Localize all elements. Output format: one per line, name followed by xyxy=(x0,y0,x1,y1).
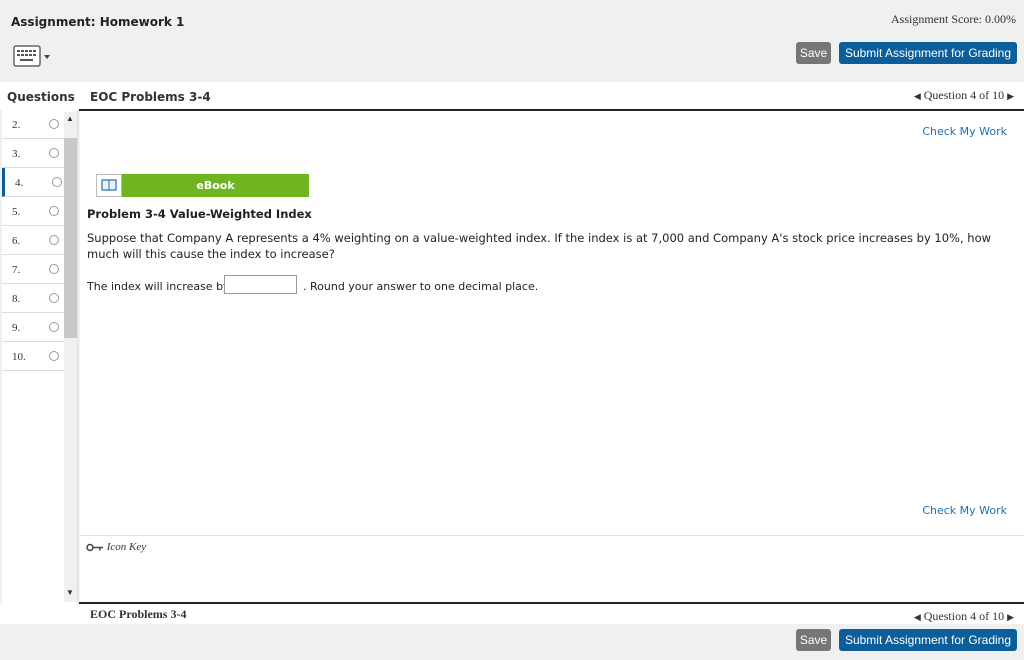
question-nav-bottom[interactable]: ◀ Question 4 of 10 ▶ xyxy=(914,609,1014,624)
key-icon xyxy=(86,541,107,553)
submit-assignment-button-bottom[interactable]: Submit Assignment for Grading xyxy=(839,629,1017,651)
assignment-score: Assignment Score: 0.00% xyxy=(891,12,1016,26)
next-question-icon[interactable]: ▶ xyxy=(1007,612,1014,622)
question-counter: Question 4 of 10 xyxy=(923,88,1005,102)
question-item[interactable]: 8. xyxy=(2,284,64,313)
question-number: 10. xyxy=(12,351,26,363)
question-item[interactable]: 6. xyxy=(2,226,64,255)
problem-text: Suppose that Company A represents a 4% w… xyxy=(87,231,992,261)
submit-assignment-button[interactable]: Submit Assignment for Grading xyxy=(839,42,1017,64)
question-item[interactable]: 9. xyxy=(2,313,64,342)
prev-question-icon[interactable]: ◀ xyxy=(914,612,921,622)
divider xyxy=(80,535,1024,536)
icon-key-label: Icon Key xyxy=(106,541,147,553)
question-item[interactable]: 7. xyxy=(2,255,64,284)
answer-prefix-text: The index will increase by xyxy=(87,280,230,293)
question-item[interactable]: 10. xyxy=(2,342,64,371)
answer-input[interactable] xyxy=(224,275,297,294)
scroll-up-icon[interactable]: ▲ xyxy=(66,114,74,123)
question-number: 6. xyxy=(12,235,21,247)
question-item[interactable]: 3. xyxy=(2,139,64,168)
question-number: 8. xyxy=(12,293,21,305)
answer-suffix-text: . Round your answer to one decimal place… xyxy=(303,280,539,293)
questions-label: Questions xyxy=(7,90,75,104)
question-item[interactable]: 2. xyxy=(2,110,64,139)
save-button[interactable]: Save xyxy=(796,42,831,64)
scroll-down-icon[interactable]: ▼ xyxy=(66,588,74,597)
question-number: 5. xyxy=(12,206,21,218)
question-number: 3. xyxy=(12,148,21,160)
section-title-bottom: EOC Problems 3-4 xyxy=(90,607,187,621)
question-counter: Question 4 of 10 xyxy=(923,609,1005,623)
next-question-icon[interactable]: ▶ xyxy=(1007,91,1014,101)
question-number: 7. xyxy=(12,264,21,276)
prev-question-icon[interactable]: ◀ xyxy=(914,91,921,101)
question-nav-top[interactable]: ◀ Question 4 of 10 ▶ xyxy=(914,88,1014,103)
question-item-current[interactable]: 4. xyxy=(2,168,67,197)
question-number: 9. xyxy=(12,322,21,334)
status-circle-icon xyxy=(49,351,59,361)
icon-key-link[interactable]: Icon Key xyxy=(86,541,146,553)
question-number: 4. xyxy=(15,177,24,189)
status-circle-icon xyxy=(49,293,59,303)
check-my-work-link-top[interactable]: Check My Work xyxy=(922,125,1007,138)
question-item[interactable]: 5. xyxy=(2,197,64,226)
status-circle-icon xyxy=(49,206,59,216)
problem-title: Problem 3-4 Value-Weighted Index xyxy=(87,207,312,221)
section-title: EOC Problems 3-4 xyxy=(90,90,211,104)
status-circle-icon xyxy=(49,148,59,158)
ebook-button[interactable]: eBook xyxy=(122,174,309,197)
keyboard-icon[interactable] xyxy=(13,45,53,67)
sidebar-scroll-thumb[interactable] xyxy=(64,138,77,338)
save-button-bottom[interactable]: Save xyxy=(796,629,831,651)
question-number: 2. xyxy=(12,119,21,131)
status-circle-icon xyxy=(49,235,59,245)
book-icon[interactable] xyxy=(96,174,122,197)
status-circle-icon xyxy=(49,119,59,129)
status-circle-icon xyxy=(49,264,59,274)
assignment-title: Assignment: Homework 1 xyxy=(11,15,185,29)
status-circle-icon xyxy=(52,177,62,187)
check-my-work-link-bottom[interactable]: Check My Work xyxy=(922,504,1007,517)
status-circle-icon xyxy=(49,322,59,332)
